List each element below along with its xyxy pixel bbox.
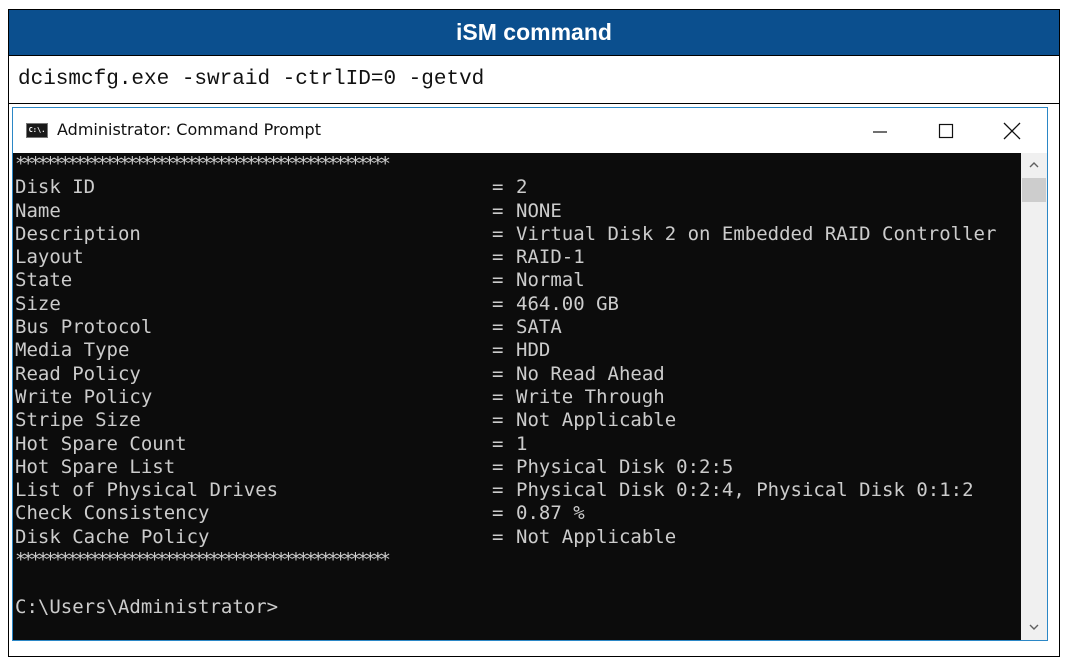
console-row-separator: = <box>492 409 504 432</box>
console-row-separator: = <box>492 199 504 222</box>
command-prompt-window: C:\. Administrator: Command Prompt *****… <box>12 107 1048 641</box>
command-text: dcismcfg.exe -swraid -ctrlID=0 -getvd <box>18 68 485 91</box>
vertical-scrollbar[interactable] <box>1021 153 1047 640</box>
console-row: Name = NONE <box>15 200 996 223</box>
console-row: State = Normal <box>15 269 996 292</box>
command-row: dcismcfg.exe -swraid -ctrlID=0 -getvd <box>9 56 1059 104</box>
console-row-key: Size <box>15 292 61 315</box>
console-row: Hot Spare Count = 1 <box>15 433 996 456</box>
console-row: Media Type = HDD <box>15 339 996 362</box>
console-row-value: NONE <box>516 199 562 222</box>
console-row-key: Hot Spare Count <box>15 432 187 455</box>
console-row-value: 2 <box>516 176 528 199</box>
console-row-key: Write Policy <box>15 385 153 408</box>
console-row-value: No Read Ahead <box>516 362 665 385</box>
console-row-key: State <box>15 269 73 292</box>
maximize-icon <box>938 123 954 138</box>
table-header: iSM command <box>9 10 1059 56</box>
minimize-icon <box>873 130 887 133</box>
console-row: Layout = RAID-1 <box>15 246 996 269</box>
console-row-key: Name <box>15 199 61 222</box>
console-row-value: Not Applicable <box>516 409 677 432</box>
console-row-key: Disk ID <box>15 176 96 199</box>
console-row-value: Physical Disk 0:2:4, Physical Disk 0:1:2 <box>516 479 974 502</box>
console-row-value: Not Applicable <box>516 525 677 548</box>
console-row-separator: = <box>492 222 504 245</box>
console-row-separator: = <box>492 479 504 502</box>
console-row: Description = Virtual Disk 2 on Embedded R… <box>15 223 996 246</box>
console-row: Disk Cache Policy = Not Applicable <box>15 526 996 549</box>
console-row-key: Stripe Size <box>15 409 141 432</box>
console-row: List of Physical Drives = Physical Disk 0:… <box>15 479 996 502</box>
console-row-value: 1 <box>516 432 528 455</box>
console-row-separator: = <box>492 269 504 292</box>
console-row-separator: = <box>492 455 504 478</box>
console-row-key: List of Physical Drives <box>15 479 279 502</box>
console-row-key: Media Type <box>15 339 130 362</box>
scroll-up-button[interactable] <box>1021 153 1047 175</box>
console-row-key: Check Consistency <box>15 502 210 525</box>
console-row-separator: = <box>492 246 504 269</box>
console-row-value: SATA <box>516 316 562 339</box>
console-row-value: HDD <box>516 339 551 362</box>
close-icon <box>1003 122 1021 139</box>
minimize-button[interactable] <box>851 108 909 153</box>
console-row-value: 464.00 GB <box>516 292 619 315</box>
console-row-value: Virtual Disk 2 on Embedded RAID Controll… <box>516 222 997 245</box>
console-separator-bottom: ****************************************… <box>15 549 391 572</box>
console-row: Check Consistency = 0.87 % <box>15 502 996 525</box>
console-row: Bus Protocol = SATA <box>15 316 996 339</box>
console-row-separator: = <box>492 176 504 199</box>
console-prompt: C:\Users\Administrator> <box>15 595 279 618</box>
console-row: Stripe Size = Not Applicable <box>15 409 996 432</box>
console-row: Read Policy = No Read Ahead <box>15 363 996 386</box>
console-row: Write Policy = Write Through <box>15 386 996 409</box>
console-row-value: Normal <box>516 269 585 292</box>
console-row-separator: = <box>492 385 504 408</box>
scroll-thumb[interactable] <box>1022 178 1046 202</box>
console-row-value: RAID-1 <box>516 246 585 269</box>
console-row-value: 0.87 % <box>516 502 585 525</box>
window-titlebar[interactable]: C:\. Administrator: Command Prompt <box>13 108 1047 153</box>
window-title: Administrator: Command Prompt <box>57 120 321 139</box>
console-row-separator: = <box>492 292 504 315</box>
console-row-key: Layout <box>15 246 84 269</box>
console-row-key: Disk Cache Policy <box>15 525 210 548</box>
console-row-separator: = <box>492 362 504 385</box>
scroll-up-icon <box>1029 161 1039 167</box>
scroll-down-button[interactable] <box>1021 616 1047 638</box>
scroll-down-icon <box>1029 624 1039 630</box>
table-header-title: iSM command <box>456 19 612 45</box>
console-row-key: Description <box>15 222 141 245</box>
console-row: Hot Spare List = Physical Disk 0:2:5 <box>15 456 996 479</box>
command-prompt-icon: C:\. <box>26 123 48 138</box>
console-row: Disk ID = 2 <box>15 176 996 199</box>
console-text: ****************************************… <box>15 153 996 619</box>
console-row-key: Bus Protocol <box>15 316 153 339</box>
console-row-separator: = <box>492 339 504 362</box>
console-row-separator: = <box>492 316 504 339</box>
console-output[interactable]: ****************************************… <box>13 153 1021 640</box>
console-row-key: Hot Spare List <box>15 455 176 478</box>
console-row-separator: = <box>492 525 504 548</box>
console-row: Size = 464.00 GB <box>15 293 996 316</box>
maximize-button[interactable] <box>917 108 975 153</box>
console-row-key: Read Policy <box>15 362 141 385</box>
close-button[interactable] <box>983 108 1041 153</box>
console-row-separator: = <box>492 502 504 525</box>
console-separator-top: ****************************************… <box>15 153 391 175</box>
console-row-value: Write Through <box>516 385 665 408</box>
console-row-separator: = <box>492 432 504 455</box>
console-row-value: Physical Disk 0:2:5 <box>516 455 734 478</box>
